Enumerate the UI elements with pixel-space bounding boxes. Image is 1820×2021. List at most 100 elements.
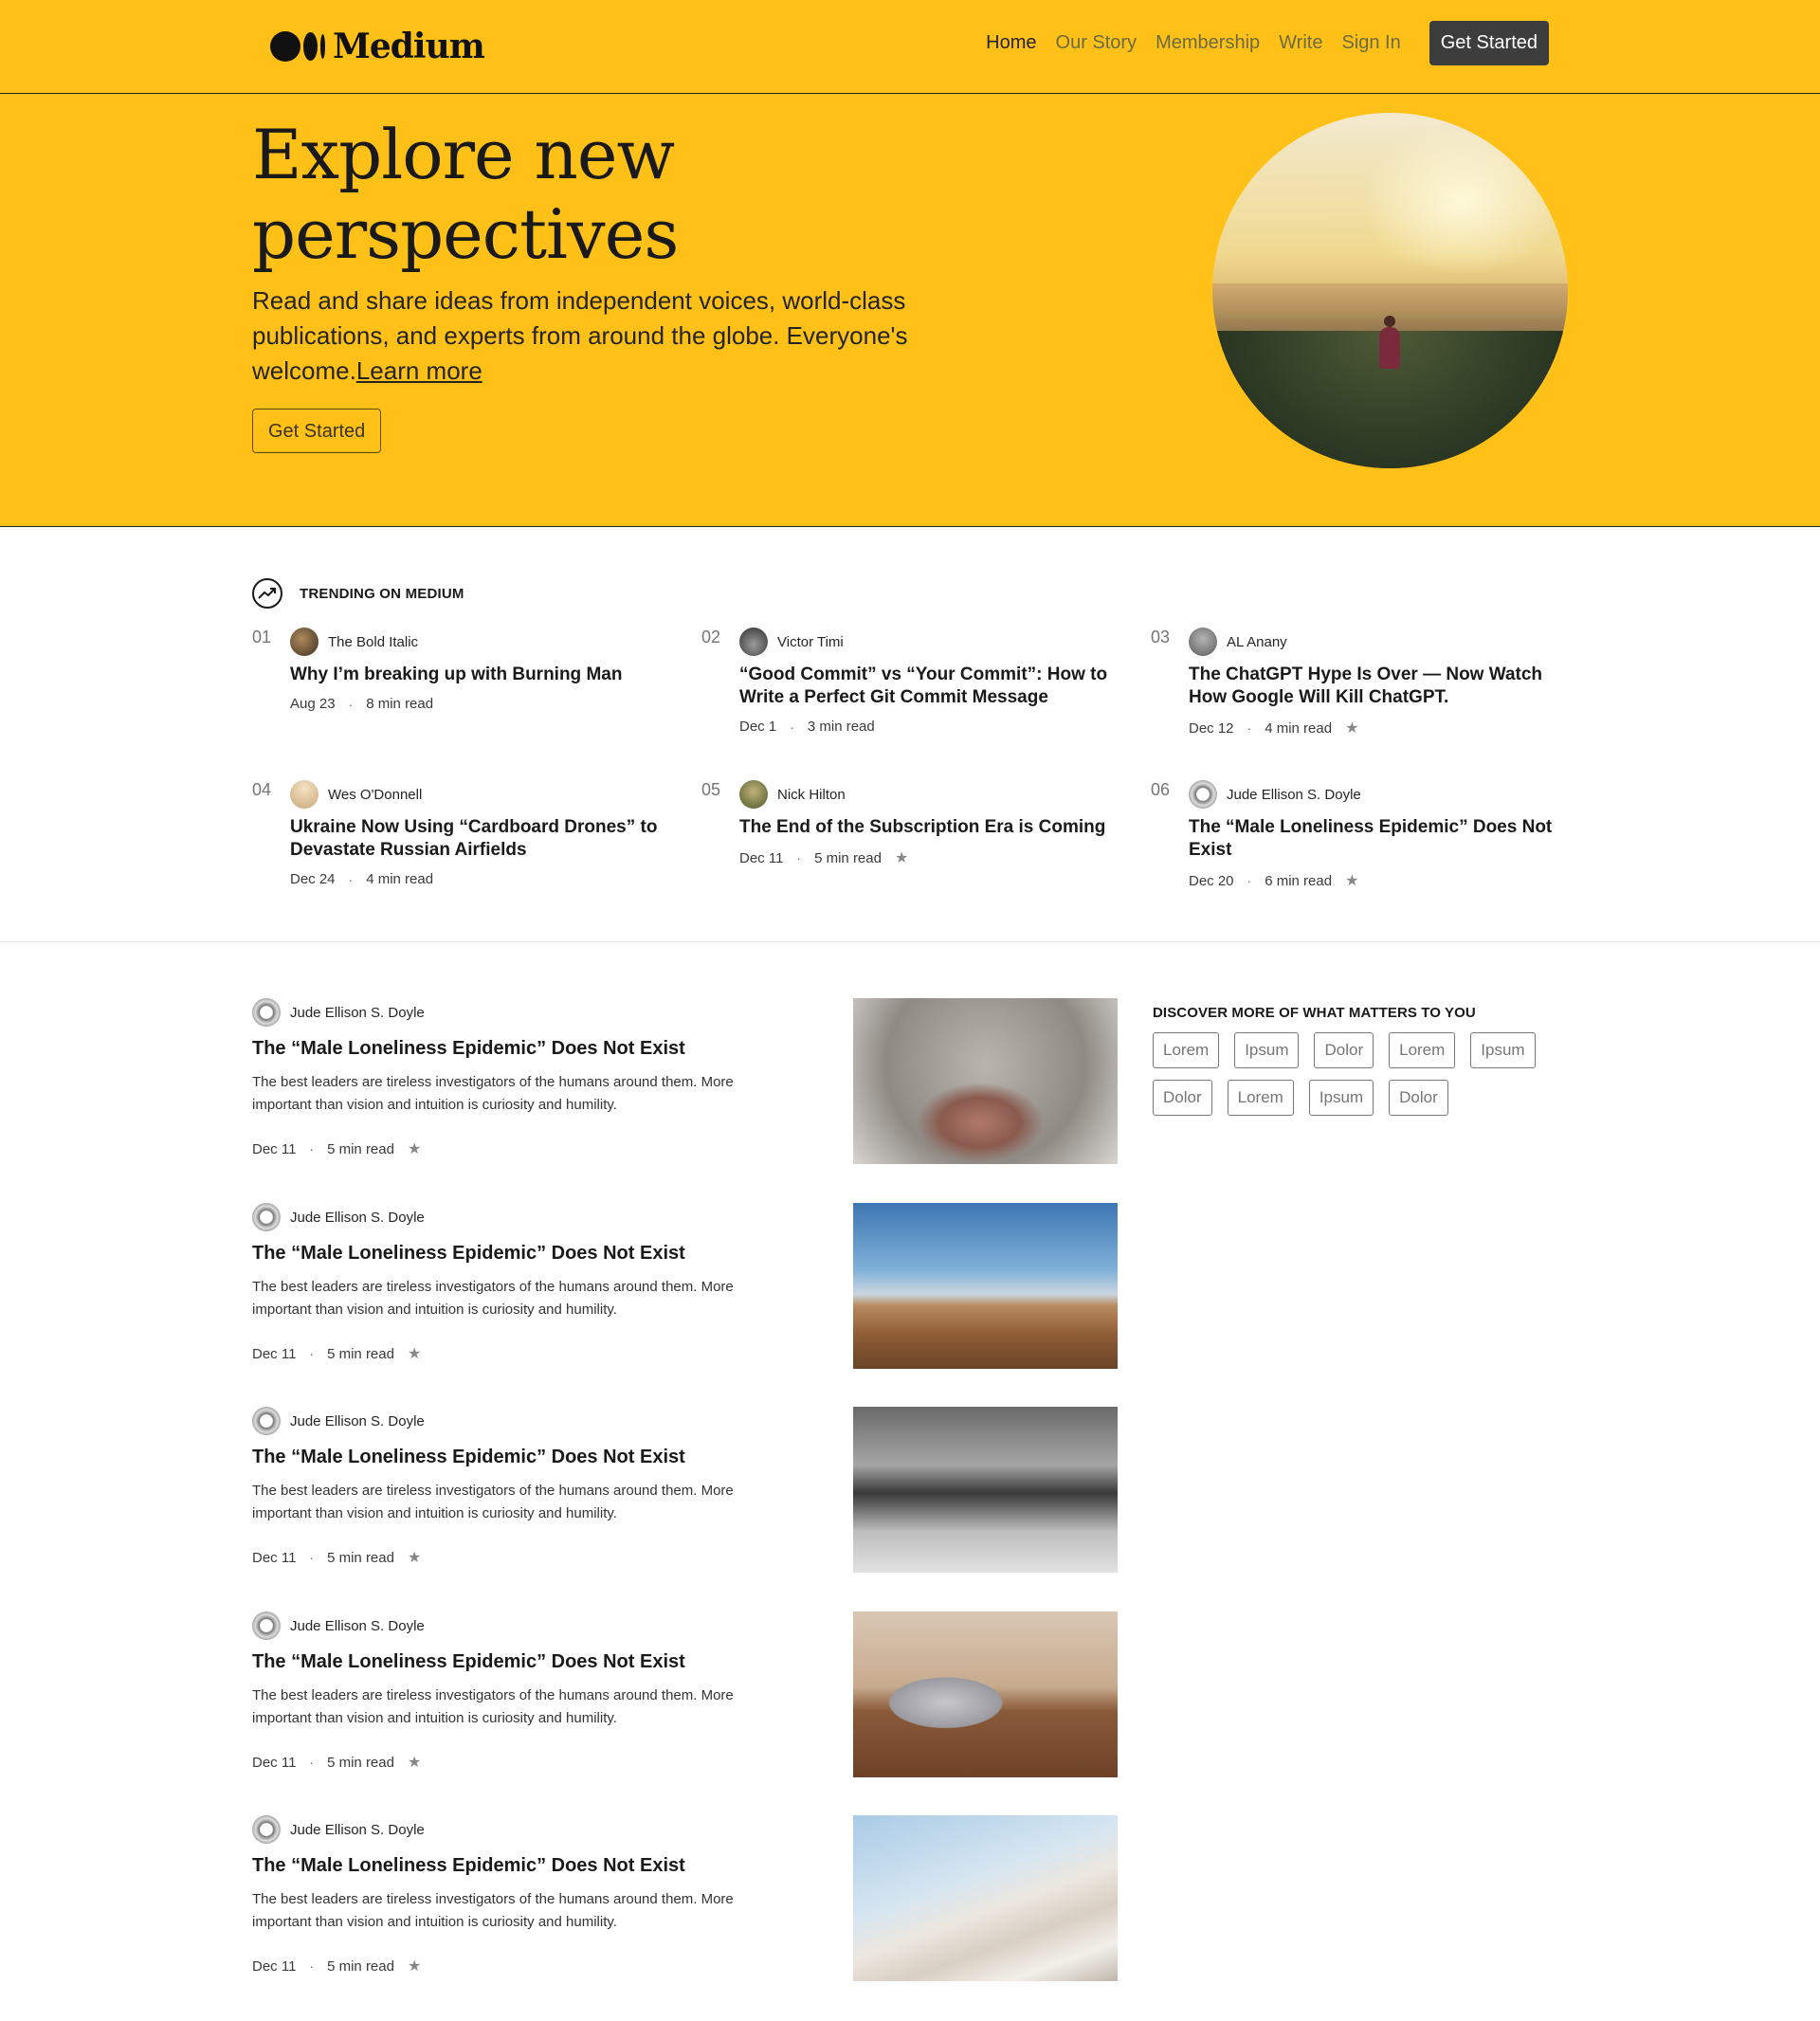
article-title[interactable]: The “Male Loneliness Epidemic” Does Not … <box>252 1651 783 1673</box>
trending-title[interactable]: Why I’m breaking up with Burning Man <box>290 664 669 686</box>
read-time: 5 min read <box>327 1549 394 1566</box>
topic-tag[interactable]: Ipsum <box>1308 1080 1374 1116</box>
trending-title[interactable]: The End of the Subscription Era is Comin… <box>739 816 1119 839</box>
nav-our-story[interactable]: Our Story <box>1056 32 1138 54</box>
get-started-button[interactable]: Get Started <box>1429 21 1549 65</box>
article-thumbnail[interactable] <box>853 1203 1118 1369</box>
author-name[interactable]: Victor Timi <box>777 634 844 650</box>
article-description: The best leaders are tireless investigat… <box>252 1279 734 1318</box>
topic-tag[interactable]: Ipsum <box>1234 1032 1300 1068</box>
article-title[interactable]: The “Male Loneliness Epidemic” Does Not … <box>252 1855 783 1877</box>
topic-tag[interactable]: Ipsum <box>1470 1032 1536 1068</box>
post-date: Dec 1 <box>739 719 777 735</box>
medium-logo-icon <box>270 31 325 62</box>
star-icon[interactable]: ★ <box>408 1753 421 1772</box>
read-time: 5 min read <box>327 1345 394 1362</box>
article-description: The best leaders are tireless investigat… <box>252 1483 734 1521</box>
avatar[interactable] <box>739 628 768 656</box>
hero-subtitle: Read and share ideas from independent vo… <box>252 283 916 389</box>
nav-membership[interactable]: Membership <box>1156 32 1260 54</box>
star-icon: ★ <box>1345 720 1359 737</box>
author-name[interactable]: Jude Ellison S. Doyle <box>290 1005 425 1021</box>
topic-tag[interactable]: Lorem <box>1153 1032 1220 1068</box>
post-date: Dec 12 <box>1189 719 1234 737</box>
hero-get-started-button[interactable]: Get Started <box>252 409 382 453</box>
star-icon: ★ <box>894 850 909 866</box>
post-date: Dec 11 <box>252 1754 297 1771</box>
section-divider <box>0 941 1820 942</box>
topic-tags: Lorem Ipsum Dolor Lorem Ipsum Dolor Lore… <box>1153 1032 1551 1116</box>
avatar[interactable] <box>252 1611 281 1640</box>
read-time: 6 min read <box>1265 872 1333 889</box>
trending-section: TRENDING ON MEDIUM 01 The Bold Italic Wh… <box>252 578 1570 938</box>
read-time: 4 min read <box>366 871 434 887</box>
avatar[interactable] <box>252 998 281 1027</box>
topic-tag[interactable]: Dolor <box>1314 1032 1374 1068</box>
hero-title: Explore new perspectives <box>252 115 679 274</box>
author-name[interactable]: Nick Hilton <box>777 787 846 803</box>
trending-title[interactable]: “Good Commit” vs “Your Commit”: How to W… <box>739 664 1119 709</box>
article-card[interactable]: Jude Ellison S. Doyle The “Male Loneline… <box>252 1815 1118 1981</box>
learn-more-link[interactable]: Learn more <box>356 356 482 385</box>
article-card[interactable]: Jude Ellison S. Doyle The “Male Loneline… <box>252 1203 1118 1369</box>
author-name[interactable]: The Bold Italic <box>328 634 418 650</box>
trending-title[interactable]: The “Male Loneliness Epidemic” Does Not … <box>1189 816 1568 862</box>
star-icon[interactable]: ★ <box>408 1548 421 1567</box>
post-date: Dec 11 <box>252 1345 297 1362</box>
star-icon[interactable]: ★ <box>408 1344 421 1363</box>
nav-home[interactable]: Home <box>986 32 1036 54</box>
brand-name: Medium <box>333 27 485 66</box>
author-name[interactable]: Jude Ellison S. Doyle <box>290 1210 425 1226</box>
avatar[interactable] <box>739 780 768 809</box>
author-name[interactable]: Jude Ellison S. Doyle <box>290 1413 425 1429</box>
discover-heading: DISCOVER MORE OF WHAT MATTERS TO YOU <box>1153 1005 1476 1021</box>
article-card[interactable]: Jude Ellison S. Doyle The “Male Loneline… <box>252 1611 1118 1777</box>
author-name[interactable]: Jude Ellison S. Doyle <box>1227 787 1361 803</box>
avatar[interactable] <box>252 1815 281 1844</box>
avatar[interactable] <box>252 1203 281 1231</box>
star-icon[interactable]: ★ <box>408 1957 421 1975</box>
article-card[interactable]: Jude Ellison S. Doyle The “Male Loneline… <box>252 1407 1118 1573</box>
topic-tag[interactable]: Lorem <box>1227 1080 1294 1116</box>
trending-number: 06 <box>1151 780 1171 799</box>
article-thumbnail[interactable] <box>853 1815 1118 1981</box>
separator-dot: · <box>309 1550 315 1565</box>
author-name[interactable]: Jude Ellison S. Doyle <box>290 1822 425 1838</box>
post-date: Dec 11 <box>252 1957 297 1975</box>
article-title[interactable]: The “Male Loneliness Epidemic” Does Not … <box>252 1243 783 1265</box>
separator-dot: · <box>1247 873 1252 888</box>
nav-sign-in[interactable]: Sign In <box>1341 32 1400 54</box>
post-date: Dec 11 <box>739 849 784 866</box>
article-card[interactable]: Jude Ellison S. Doyle The “Male Loneline… <box>252 998 1118 1164</box>
hero-subtitle-text: Read and share ideas from independent vo… <box>252 286 908 385</box>
post-date: Dec 11 <box>252 1549 297 1566</box>
topic-tag[interactable]: Dolor <box>1153 1080 1212 1116</box>
read-time: 8 min read <box>366 696 434 712</box>
article-title[interactable]: The “Male Loneliness Epidemic” Does Not … <box>252 1038 783 1060</box>
author-name[interactable]: Jude Ellison S. Doyle <box>290 1618 425 1634</box>
article-thumbnail[interactable] <box>853 1611 1118 1777</box>
separator-dot: · <box>790 719 794 735</box>
trending-title[interactable]: Ukraine Now Using “Cardboard Drones” to … <box>290 816 669 862</box>
medium-logo[interactable]: Medium <box>270 27 485 66</box>
article-thumbnail[interactable] <box>853 1407 1118 1573</box>
article-title[interactable]: The “Male Loneliness Epidemic” Does Not … <box>252 1447 783 1468</box>
article-thumbnail[interactable] <box>853 998 1118 1164</box>
star-icon[interactable]: ★ <box>408 1139 421 1158</box>
discover-panel: DISCOVER MORE OF WHAT MATTERS TO YOU Lor… <box>1153 1005 1551 1116</box>
topic-tag[interactable]: Lorem <box>1389 1032 1456 1068</box>
avatar[interactable] <box>1189 628 1217 656</box>
post-date: Dec 11 <box>252 1140 297 1157</box>
avatar[interactable] <box>290 628 318 656</box>
star-icon: ★ <box>1345 873 1359 889</box>
post-date: Dec 24 <box>290 871 336 887</box>
avatar[interactable] <box>252 1407 281 1435</box>
avatar[interactable] <box>290 780 318 809</box>
author-name[interactable]: Wes O'Donnell <box>328 787 422 803</box>
nav-write[interactable]: Write <box>1279 32 1322 54</box>
author-name[interactable]: AL Anany <box>1227 634 1287 650</box>
avatar[interactable] <box>1189 780 1217 809</box>
topic-tag[interactable]: Dolor <box>1389 1080 1448 1116</box>
separator-dot: · <box>348 871 354 887</box>
trending-title[interactable]: The ChatGPT Hype Is Over — Now Watch How… <box>1189 664 1568 709</box>
